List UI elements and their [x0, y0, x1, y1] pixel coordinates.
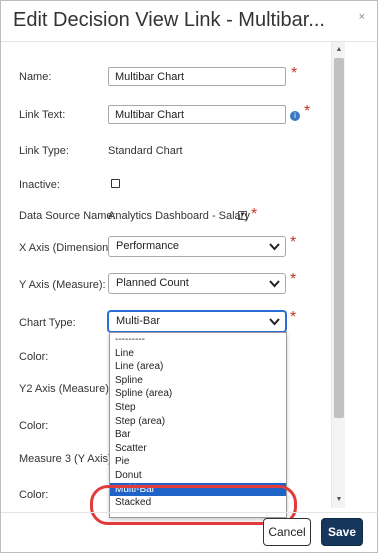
footer-divider	[1, 512, 378, 513]
scroll-thumb[interactable]	[334, 58, 344, 418]
x-axis-value: Performance	[116, 240, 179, 252]
link-text-input[interactable]	[108, 105, 286, 124]
save-button[interactable]: Save	[321, 518, 363, 546]
cancel-button[interactable]: Cancel	[263, 518, 311, 546]
y2-axis-label: Y2 Axis (Measure):	[19, 383, 112, 395]
data-source-dropdown-icon[interactable]: ▼	[238, 211, 247, 220]
chart-type-label: Chart Type:	[19, 317, 76, 329]
scroll-down-icon[interactable]: ▼	[332, 494, 346, 506]
required-marker: *	[290, 271, 297, 288]
edit-link-dialog: Edit Decision View Link - Multibar... × …	[0, 0, 378, 553]
dropdown-option[interactable]: Pie	[110, 455, 286, 469]
chart-type-value: Multi-Bar	[116, 315, 161, 327]
dropdown-option[interactable]: Step (area)	[110, 415, 286, 429]
dropdown-option[interactable]: Spline	[110, 374, 286, 388]
required-marker: *	[290, 309, 297, 326]
name-input[interactable]	[108, 67, 286, 86]
dropdown-option[interactable]: Bar	[110, 428, 286, 442]
inactive-label: Inactive:	[19, 179, 60, 191]
y-axis-label: Y Axis (Measure):	[19, 279, 106, 291]
chevron-down-icon	[269, 239, 280, 256]
dropdown-option[interactable]: Spline (area)	[110, 387, 286, 401]
color-label: Color:	[19, 489, 49, 501]
info-icon[interactable]: i	[290, 111, 300, 121]
inactive-checkbox[interactable]	[111, 179, 120, 188]
dropdown-option[interactable]: ---------	[110, 333, 286, 347]
scroll-up-icon[interactable]: ▲	[332, 44, 346, 56]
link-type-label: Link Type:	[19, 145, 69, 157]
dropdown-option[interactable]: Scatter	[110, 442, 286, 456]
scrollbar[interactable]: ▲ ▼	[331, 42, 345, 508]
required-marker: *	[251, 206, 258, 223]
color-label: Color:	[19, 420, 49, 432]
y-axis-select[interactable]: Planned Count	[108, 273, 286, 294]
y-axis-value: Planned Count	[116, 277, 189, 289]
dropdown-option[interactable]: Line (area)	[110, 360, 286, 374]
dialog-title: Edit Decision View Link - Multibar...	[13, 9, 325, 31]
chevron-down-icon	[269, 314, 280, 331]
chart-type-select[interactable]: Multi-Bar	[108, 311, 286, 332]
measure3-label: Measure 3 (Y Axis):	[19, 453, 115, 465]
dropdown-option[interactable]: Donut	[110, 469, 286, 483]
required-marker: *	[290, 234, 297, 251]
x-axis-select[interactable]: Performance	[108, 236, 286, 257]
color-label: Color:	[19, 351, 49, 363]
chevron-down-icon	[269, 276, 280, 293]
close-icon[interactable]: ×	[359, 11, 365, 23]
dropdown-option[interactable]: Line	[110, 347, 286, 361]
data-source-label: Data Source Name:	[19, 210, 116, 222]
x-axis-label: X Axis (Dimension):	[19, 242, 115, 254]
link-type-value: Standard Chart	[108, 145, 183, 157]
data-source-value: Analytics Dashboard - Salary	[108, 210, 250, 222]
name-label: Name:	[19, 71, 52, 83]
required-marker: *	[291, 65, 298, 82]
required-marker: *	[304, 103, 311, 120]
link-text-label: Link Text:	[19, 109, 66, 121]
dropdown-option[interactable]: Step	[110, 401, 286, 415]
